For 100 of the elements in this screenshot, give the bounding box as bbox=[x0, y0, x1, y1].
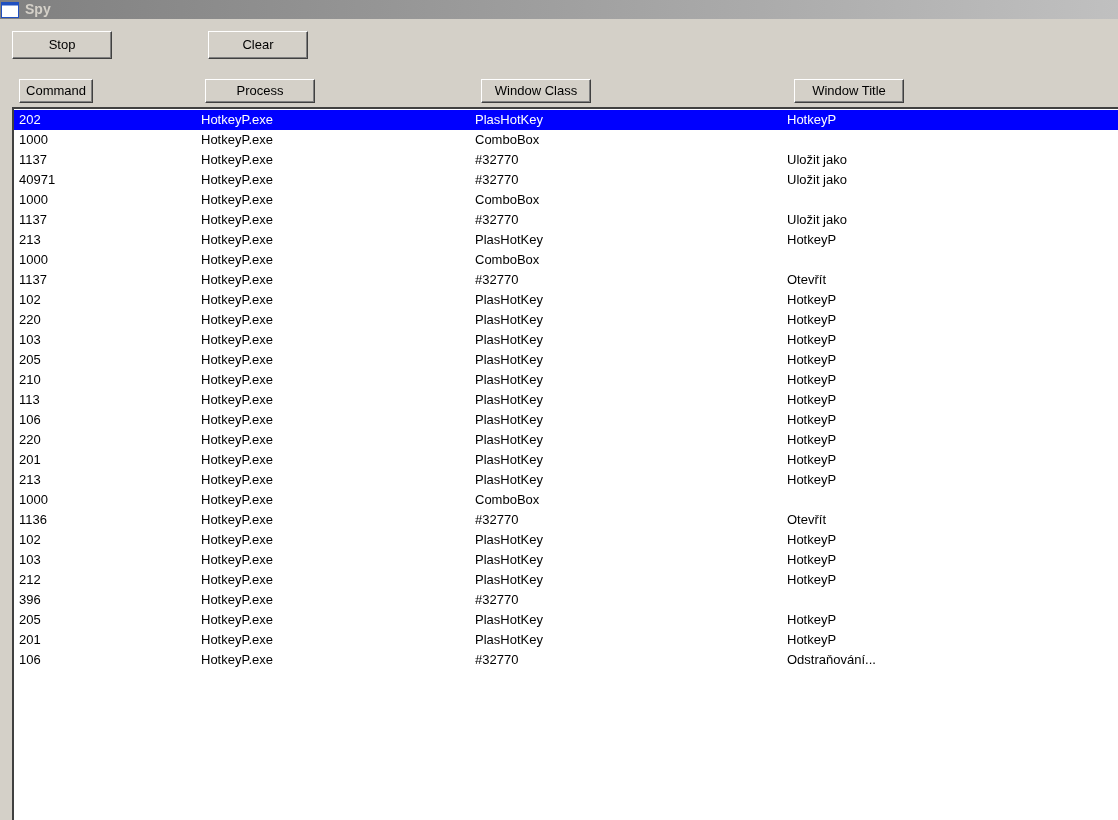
cell-text: HotkeyP.exe bbox=[201, 412, 274, 428]
list-row[interactable]: 210 HotkeyP.exe PlasHotKey HotkeyP bbox=[14, 370, 1118, 390]
cell-text: HotkeyP.exe bbox=[201, 152, 274, 168]
list-row[interactable]: 1000 HotkeyP.exe ComboBox bbox=[14, 250, 1118, 270]
cell-text: HotkeyP.exe bbox=[201, 632, 274, 648]
column-header[interactable]: Window Class bbox=[481, 79, 591, 103]
list-row[interactable]: 1136 HotkeyP.exe #32770 Otevřít bbox=[14, 510, 1118, 530]
list-row[interactable]: 396 HotkeyP.exe #32770 bbox=[14, 590, 1118, 610]
toolbar-button[interactable]: Stop bbox=[12, 31, 112, 59]
cell-text: 213 bbox=[19, 472, 41, 488]
list-row[interactable]: 102 HotkeyP.exe PlasHotKey HotkeyP bbox=[14, 530, 1118, 550]
cell-text: 213 bbox=[19, 232, 41, 248]
cell-text: PlasHotKey bbox=[475, 452, 543, 468]
list-row[interactable]: 1137 HotkeyP.exe #32770 Uložit jako bbox=[14, 150, 1118, 170]
list-row[interactable]: 205 HotkeyP.exe PlasHotKey HotkeyP bbox=[14, 610, 1118, 630]
list-row[interactable]: 103 HotkeyP.exe PlasHotKey HotkeyP bbox=[14, 550, 1118, 570]
list-row[interactable]: 106 HotkeyP.exe PlasHotKey HotkeyP bbox=[14, 410, 1118, 430]
cell-text: HotkeyP.exe bbox=[201, 352, 274, 368]
list-row[interactable]: 220 HotkeyP.exe PlasHotKey HotkeyP bbox=[14, 310, 1118, 330]
list-row[interactable]: 201 HotkeyP.exe PlasHotKey HotkeyP bbox=[14, 450, 1118, 470]
cell-text: PlasHotKey bbox=[475, 112, 543, 128]
list-row[interactable]: 1000 HotkeyP.exe ComboBox bbox=[14, 130, 1118, 150]
list-row[interactable]: 113 HotkeyP.exe PlasHotKey HotkeyP bbox=[14, 390, 1118, 410]
cell-text: #32770 bbox=[475, 512, 519, 528]
list-row[interactable]: 40971 HotkeyP.exe #32770 Uložit jako bbox=[14, 170, 1118, 190]
column-header[interactable]: Process bbox=[205, 79, 315, 103]
cell-text: PlasHotKey bbox=[475, 432, 543, 448]
list-row[interactable]: 212 HotkeyP.exe PlasHotKey HotkeyP bbox=[14, 570, 1118, 590]
cell-text: PlasHotKey bbox=[475, 372, 543, 388]
cell-text: HotkeyP.exe bbox=[201, 212, 274, 228]
cell-text: HotkeyP.exe bbox=[201, 112, 274, 128]
cell-text: HotkeyP.exe bbox=[201, 292, 274, 308]
list-row[interactable]: 201 HotkeyP.exe PlasHotKey HotkeyP bbox=[14, 630, 1118, 650]
cell-text: 220 bbox=[19, 312, 41, 328]
cell-text: 103 bbox=[19, 552, 41, 568]
cell-text: Uložit jako bbox=[787, 152, 847, 168]
cell-text: HotkeyP bbox=[787, 412, 837, 428]
list-row[interactable]: 213 HotkeyP.exe PlasHotKey HotkeyP bbox=[14, 470, 1118, 490]
list-row[interactable]: 220 HotkeyP.exe PlasHotKey HotkeyP bbox=[14, 430, 1118, 450]
cell-text: 205 bbox=[19, 352, 41, 368]
cell-text: #32770 bbox=[475, 172, 519, 188]
cell-text: HotkeyP bbox=[787, 292, 837, 308]
list-row[interactable]: 213 HotkeyP.exe PlasHotKey HotkeyP bbox=[14, 230, 1118, 250]
list-row[interactable]: 1000 HotkeyP.exe ComboBox bbox=[14, 190, 1118, 210]
cell-text: HotkeyP bbox=[787, 612, 837, 628]
cell-text: PlasHotKey bbox=[475, 532, 543, 548]
cell-text: HotkeyP.exe bbox=[201, 332, 274, 348]
cell-text: HotkeyP.exe bbox=[201, 652, 274, 668]
list-row[interactable]: 102 HotkeyP.exe PlasHotKey HotkeyP bbox=[14, 290, 1118, 310]
cell-text: PlasHotKey bbox=[475, 232, 543, 248]
cell-text: HotkeyP bbox=[787, 472, 837, 488]
cell-text: PlasHotKey bbox=[475, 572, 543, 588]
list-row[interactable]: 205 HotkeyP.exe PlasHotKey HotkeyP bbox=[14, 350, 1118, 370]
cell-text: HotkeyP bbox=[787, 532, 837, 548]
cell-text: #32770 bbox=[475, 652, 519, 668]
cell-text: Uložit jako bbox=[787, 212, 847, 228]
cell-text: HotkeyP.exe bbox=[201, 372, 274, 388]
cell-text: 40971 bbox=[19, 172, 56, 188]
cell-text: 396 bbox=[19, 592, 41, 608]
cell-text: PlasHotKey bbox=[475, 632, 543, 648]
cell-text: HotkeyP.exe bbox=[201, 432, 274, 448]
cell-text: 1137 bbox=[19, 212, 47, 228]
cell-text: PlasHotKey bbox=[475, 612, 543, 628]
cell-text: 201 bbox=[19, 632, 41, 648]
cell-text: 210 bbox=[19, 372, 41, 388]
cell-text: PlasHotKey bbox=[475, 292, 543, 308]
cell-text: HotkeyP bbox=[787, 452, 837, 468]
column-header[interactable]: Command bbox=[19, 79, 93, 103]
cell-text: PlasHotKey bbox=[475, 412, 543, 428]
cell-text: PlasHotKey bbox=[475, 352, 543, 368]
cell-text: 1136 bbox=[19, 512, 47, 528]
cell-text: PlasHotKey bbox=[475, 332, 543, 348]
cell-text: HotkeyP bbox=[787, 372, 837, 388]
column-header[interactable]: Window Title bbox=[794, 79, 904, 103]
list-row[interactable]: 1137 HotkeyP.exe #32770 Otevřít bbox=[14, 270, 1118, 290]
cell-text: #32770 bbox=[475, 152, 519, 168]
cell-text: 1137 bbox=[19, 272, 47, 288]
cell-text: HotkeyP.exe bbox=[201, 252, 274, 268]
cell-text: 103 bbox=[19, 332, 41, 348]
cell-text: HotkeyP bbox=[787, 232, 837, 248]
cell-text: 1000 bbox=[19, 132, 48, 148]
list-row[interactable]: 103 HotkeyP.exe PlasHotKey HotkeyP bbox=[14, 330, 1118, 350]
list-row[interactable]: 1137 HotkeyP.exe #32770 Uložit jako bbox=[14, 210, 1118, 230]
cell-text: HotkeyP.exe bbox=[201, 532, 274, 548]
cell-text: HotkeyP bbox=[787, 432, 837, 448]
cell-text: HotkeyP.exe bbox=[201, 232, 274, 248]
list-row[interactable]: 1000 HotkeyP.exe ComboBox bbox=[14, 490, 1118, 510]
cell-text: PlasHotKey bbox=[475, 552, 543, 568]
cell-text: 205 bbox=[19, 612, 41, 628]
list-row[interactable]: 106 HotkeyP.exe #32770 Odstraňování... bbox=[14, 650, 1118, 670]
cell-text: HotkeyP bbox=[787, 332, 837, 348]
cell-text: 212 bbox=[19, 572, 41, 588]
list-row[interactable]: 202 HotkeyP.exe PlasHotKey HotkeyP bbox=[14, 110, 1118, 130]
cell-text: 202 bbox=[19, 112, 41, 128]
window-title: Spy bbox=[25, 0, 51, 19]
cell-text: PlasHotKey bbox=[475, 392, 543, 408]
cell-text: Otevřít bbox=[787, 512, 826, 528]
toolbar-button[interactable]: Clear bbox=[208, 31, 308, 59]
cell-text: HotkeyP bbox=[787, 552, 837, 568]
cell-text: HotkeyP.exe bbox=[201, 572, 274, 588]
